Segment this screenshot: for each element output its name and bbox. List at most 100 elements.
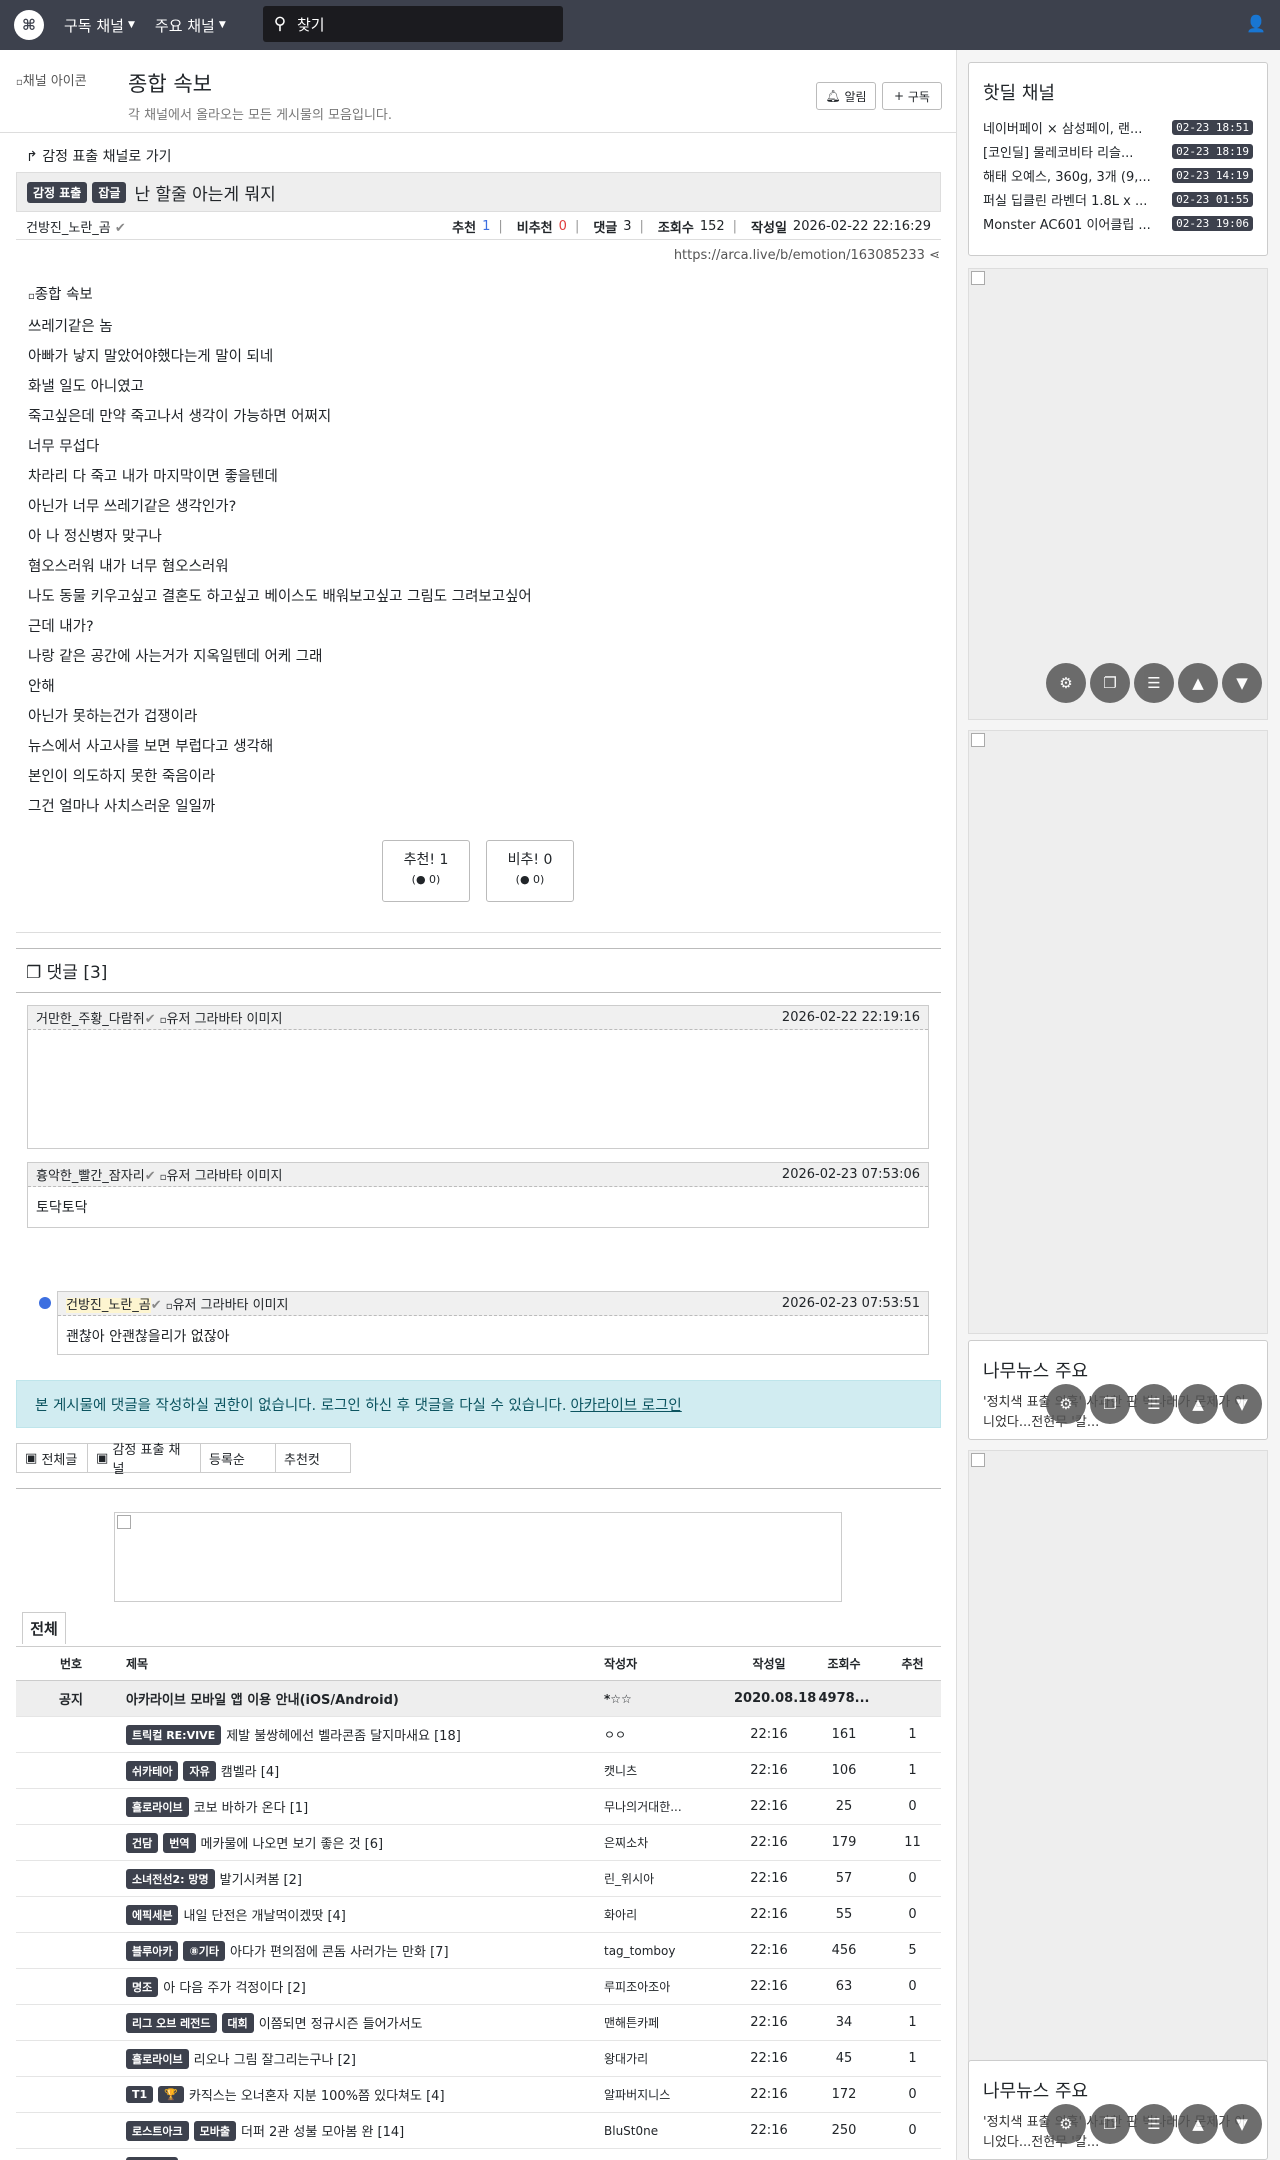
post-image-alt: 종합 속보 (34, 287, 93, 303)
comments-icon[interactable]: ❐ (1090, 663, 1130, 703)
table-row[interactable]: 명조 아 다음 주가 걱정이다 [2] 루피조아조아 22:16 63 0 (16, 1969, 941, 2005)
table-row[interactable]: 트릭컬 RE:VIVE 제발 불쌍헤에선 벨라콘좀 달지마새요 [18] ㅇㅇ 22:… (16, 1717, 941, 1753)
category-badge[interactable]: 홀로라이브 (126, 2048, 189, 2069)
comments-icon[interactable]: ❐ (1090, 1384, 1130, 1424)
upvote-label: 추천! 1 (403, 852, 449, 868)
arca-logo-icon[interactable]: ⌘ (14, 10, 44, 40)
floating-toolbar: ⚙ ❐ ☰ ▲ ▼ (1046, 1384, 1262, 1424)
side-ad-image[interactable] (968, 730, 1268, 1334)
category-badge[interactable]: 명조 (126, 1976, 159, 1997)
table-row[interactable]: 블루아카 ⑧기타 아다가 편의점에 콘돔 사러가는 만화 [7] tag_tomboy… (16, 1933, 941, 1969)
category-badge[interactable]: 🏆 (158, 2086, 184, 2103)
row-title-text: 더퍼 2관 성불 모아봄 완 [14] (240, 2125, 405, 2140)
table-row-notice[interactable]: 공지 아카라이브 모바일 앱 이용 안내(iOS/Android) *☆☆ 20… (16, 1681, 941, 1717)
subscribed-channels-menu[interactable]: 구독 채널 ▼ (64, 15, 135, 36)
gear-icon[interactable]: ⚙ (1046, 1384, 1086, 1424)
category-badge[interactable]: 블루아카 (126, 1940, 179, 1961)
category-badge[interactable]: 모바출 (193, 2120, 236, 2141)
hotdeal-item[interactable]: 네이버페이 × 삼성페이, 랜... 02-23 18:51 (969, 115, 1267, 139)
main-channels-menu[interactable]: 주요 채널 ▼ (155, 15, 226, 36)
tab-channel[interactable]: ▣ 감정 표출 채널 (87, 1443, 201, 1477)
arrow-up-icon[interactable]: ▲ (1178, 2104, 1218, 2144)
table-row[interactable]: 에픽세븐 내일 단전은 개날먹이겠땃 [4] 화아리 22:16 55 0 (16, 1897, 941, 1933)
side-ad-image[interactable] (968, 268, 1268, 720)
table-row[interactable]: 쉬카테아 자유 캠벨라 [4] 캣니츠 22:16 106 1 (16, 1753, 941, 1789)
tab-all[interactable]: 전체 (22, 1612, 66, 1644)
tab-sort-registered[interactable]: 등록순 (200, 1443, 276, 1473)
table-row[interactable]: 소녀전선2: 망명 발기시켜봄 [2] 린_위시아 22:16 57 0 (16, 1861, 941, 1897)
subscribe-button[interactable]: + 구독 (882, 82, 942, 110)
arrow-up-icon[interactable]: ▲ (1178, 663, 1218, 703)
table-row[interactable]: 로스트아크 모바출 더퍼 2관 성불 모아봄 완 [14] BluSt0ne 22:16… (16, 2113, 941, 2149)
gear-icon[interactable]: ⚙ (1046, 663, 1086, 703)
row-views: 57 (835, 1871, 853, 1886)
category-badge[interactable]: 잡글 (92, 181, 127, 203)
arrow-up-icon[interactable]: ▲ (1178, 1384, 1218, 1424)
category-badge[interactable]: 대회 (221, 2012, 254, 2033)
category-badge[interactable]: 리그 오브 레전드 (126, 2012, 217, 2033)
arrow-down-icon[interactable]: ▼ (1222, 1384, 1262, 1424)
tab-sort-recommended[interactable]: 추천컷 (275, 1443, 351, 1473)
channel-title[interactable]: 종합 속보 (128, 68, 212, 98)
category-badge[interactable]: 트릭컬 RE:VIVE (126, 1724, 222, 1745)
list-icon[interactable]: ☰ (1134, 663, 1174, 703)
category-badge[interactable]: 에픽세븐 (126, 1904, 179, 1925)
divider (956, 50, 957, 2160)
caret-down-icon: ▼ (127, 20, 135, 30)
channel-badge[interactable]: 감정 표출 (27, 181, 88, 203)
hotdeal-item[interactable]: Monster AC601 이어클립 ... 02-23 19:06 (969, 211, 1267, 235)
comment-author[interactable]: 거만한_주황_다람쥐✔︎ ▫유저 그라바타 이미지 (36, 1008, 782, 1027)
category-badge[interactable]: 건담 (126, 1832, 159, 1853)
arrow-down-icon[interactable]: ▼ (1222, 2104, 1262, 2144)
comments-icon[interactable]: ❐ (1090, 2104, 1130, 2144)
hotdeal-item[interactable]: [코인딜] 물레코비타 리슬... 02-23 18:19 (969, 139, 1267, 163)
row-title-text: 리오나 그림 잘그리는구나 [2] (193, 2053, 356, 2068)
category-badge[interactable]: 홀로라이브 (126, 1796, 189, 1817)
category-badge[interactable]: T1 (126, 2086, 154, 2103)
table-row[interactable]: 바보같은자꾸 글젠으로 뭐라하면 [16]보지년아22:16460 (16, 2149, 941, 2160)
table-row[interactable]: 리그 오브 레전드 대회 이쯤되면 정규시즌 들어가서도 맨해튼카페 22:16 34 1 (16, 2005, 941, 2041)
alarm-button[interactable]: 🔔︎ 알림 (816, 82, 876, 110)
post-line: 나도 동물 키우고싶고 결혼도 하고싶고 베이스도 배워보고싶고 그림도 그려보… (28, 589, 532, 605)
list-icon[interactable]: ☰ (1134, 1384, 1174, 1424)
hotdeal-item[interactable]: 해태 오예스, 360g, 3개 (9,... 02-23 14:19 (969, 163, 1267, 187)
comment-header: 흉악한_빨간_잠자리✔︎ ▫유저 그라바타 이미지 2026-02-23 07:5… (28, 1163, 928, 1187)
category-badge[interactable]: ⑧기타 (183, 1940, 226, 1961)
side-ad-image[interactable] (968, 1450, 1268, 2090)
row-number: 공지 (59, 1693, 83, 1708)
view-label: 조회수 (657, 221, 694, 236)
table-row[interactable]: 홀로라이브 리오나 그림 잘그리는구나 [2] 왕대가리 22:16 45 1 (16, 2041, 941, 2077)
rec-count: 1 (482, 219, 491, 234)
back-to-channel-link[interactable]: ↱ 감정 표출 채널로 가기 (26, 146, 171, 166)
hotdeal-item[interactable]: 퍼실 딥클린 라벤더 1.8L x ... 02-23 01:55 (969, 187, 1267, 211)
table-row[interactable]: 건담 번역 메카물에 나오면 보기 좋은 것 [6] 은찌소차 22:16 179 11 (16, 1825, 941, 1861)
comment-date: 2026-02-23 07:53:51 (781, 1296, 920, 1311)
list-icon[interactable]: ☰ (1134, 2104, 1174, 2144)
ad-banner[interactable] (114, 1512, 842, 1602)
user-icon[interactable]: 👤 (1246, 14, 1266, 33)
category-badge[interactable]: 로스트아크 (126, 2120, 189, 2141)
downvote-button[interactable]: 비추! 0 (● 0) (486, 840, 574, 902)
row-title: 블루아카 ⑧기타 아다가 편의점에 콘돔 사러가는 만화 [7] (126, 1940, 604, 1961)
comment-author[interactable]: 건방진_노란_곰✔︎ ▫유저 그라바타 이미지 (66, 1294, 782, 1313)
hotdeal-text: 해태 오예스, 360g, 3개 (9,... (983, 169, 1151, 185)
comment-author[interactable]: 흉악한_빨간_잠자리✔︎ ▫유저 그라바타 이미지 (36, 1165, 782, 1184)
post-author[interactable]: 건방진_노란_곰 ✔︎ (26, 217, 446, 236)
category-badge[interactable]: 소녀전선2: 망명 (126, 1868, 215, 1889)
table-row[interactable]: T1 🏆 카직스는 오너혼자 지분 100%쯤 있다쳐도 [4] 알파버지니스 22:1… (16, 2077, 941, 2113)
tab-all-posts[interactable]: ▣ 전체글 (16, 1443, 88, 1473)
category-badge[interactable]: 바보같은 (126, 2156, 179, 2160)
category-badge[interactable]: 자유 (183, 1760, 216, 1781)
hotdeal-title[interactable]: 핫딜 채널 (969, 63, 1267, 115)
post-url[interactable]: https://arca.live/b/emotion/163085233 ⋖ (674, 248, 940, 263)
divider (16, 992, 941, 993)
category-badge[interactable]: 번역 (163, 1832, 196, 1853)
category-badge[interactable]: 쉬카테아 (126, 1760, 179, 1781)
search-input[interactable]: ⚲ 찾기 (263, 6, 563, 42)
tab-label: 등록순 (209, 1452, 245, 1468)
login-link[interactable]: 아카라이브 로그인 (570, 1394, 681, 1415)
arrow-down-icon[interactable]: ▼ (1222, 663, 1262, 703)
table-row[interactable]: 홀로라이브 코보 바하가 온다 [1] 무나의거대한... 22:16 25 0 (16, 1789, 941, 1825)
gear-icon[interactable]: ⚙ (1046, 2104, 1086, 2144)
upvote-button[interactable]: 추천! 1 (● 0) (382, 840, 470, 902)
